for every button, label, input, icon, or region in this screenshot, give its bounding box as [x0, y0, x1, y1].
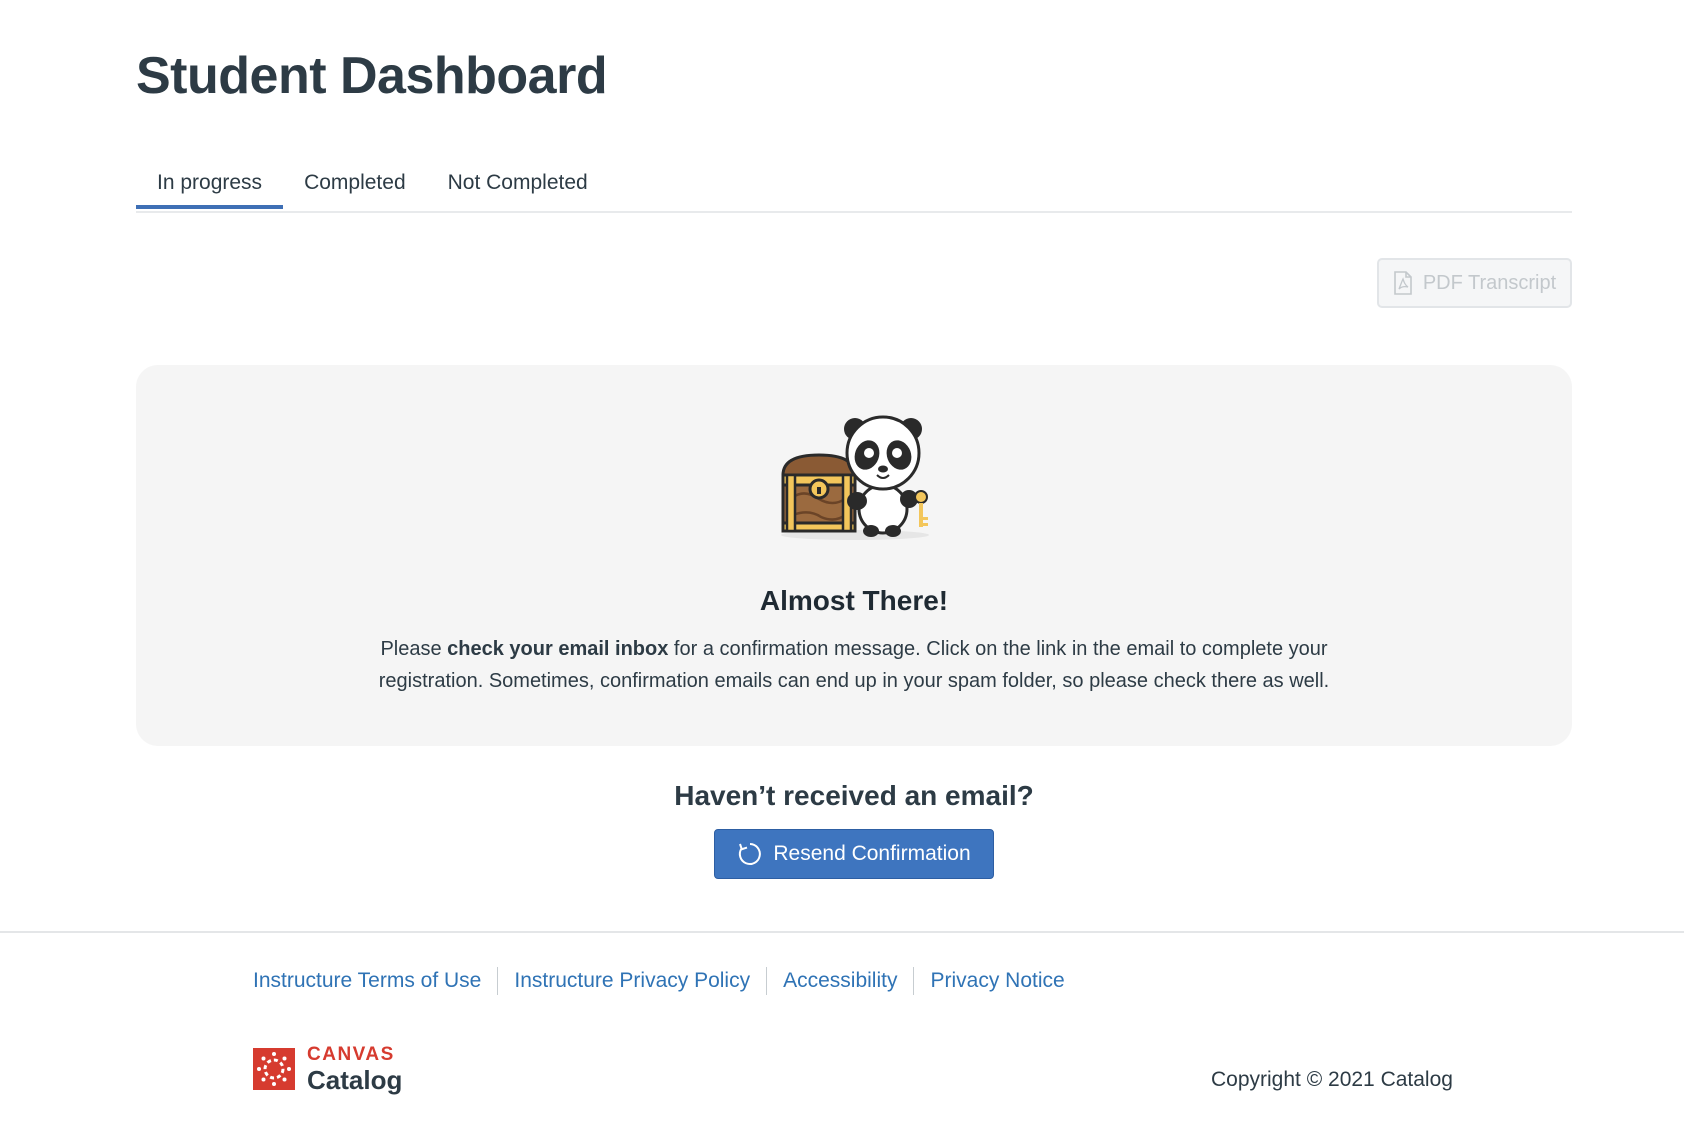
notice-message: Please check your email inbox for a conf… [354, 633, 1354, 697]
canvas-logo-icon [253, 1048, 295, 1090]
confirmation-notice-card: Almost There! Please check your email in… [136, 365, 1572, 746]
brand-text: CANVAS Catalog [307, 1045, 402, 1093]
canvas-catalog-logo[interactable]: CANVAS Catalog [253, 1045, 402, 1093]
tab-bar: In progress Completed Not Completed [136, 160, 1572, 213]
pdf-file-icon [1394, 271, 1412, 295]
resend-confirmation-button[interactable]: Resend Confirmation [714, 829, 994, 879]
notice-text-bold: check your email inbox [447, 638, 669, 660]
footer-divider [766, 967, 768, 995]
tab-not-completed[interactable]: Not Completed [427, 160, 609, 209]
footer-divider [913, 967, 915, 995]
footer: Instructure Terms of Use Instructure Pri… [0, 931, 1684, 1132]
privacy-policy-link[interactable]: Instructure Privacy Policy [514, 969, 750, 993]
panda-treasure-illustration [781, 415, 929, 540]
tab-completed[interactable]: Completed [283, 160, 427, 209]
notice-title: Almost There! [759, 585, 949, 616]
accessibility-link[interactable]: Accessibility [783, 969, 897, 993]
brand-top-text: CANVAS [307, 1044, 395, 1065]
pdf-transcript-button[interactable]: PDF Transcript [1377, 258, 1572, 308]
copyright-text: Copyright © 2021 Catalog [1211, 1068, 1453, 1091]
page-title: Student Dashboard [136, 47, 608, 105]
resend-heading: Haven’t received an email? [674, 780, 1034, 811]
privacy-notice-link[interactable]: Privacy Notice [930, 969, 1064, 993]
brand-bottom-text: Catalog [307, 1065, 403, 1095]
pdf-transcript-label: PDF Transcript [1422, 271, 1557, 294]
resend-button-label: Resend Confirmation [773, 842, 971, 865]
terms-of-use-link[interactable]: Instructure Terms of Use [253, 969, 481, 993]
notice-text-before: Please [380, 638, 448, 660]
footer-divider [497, 967, 499, 995]
refresh-icon [739, 843, 762, 865]
tab-in-progress[interactable]: In progress [136, 160, 284, 209]
footer-links: Instructure Terms of Use Instructure Pri… [253, 967, 1065, 995]
